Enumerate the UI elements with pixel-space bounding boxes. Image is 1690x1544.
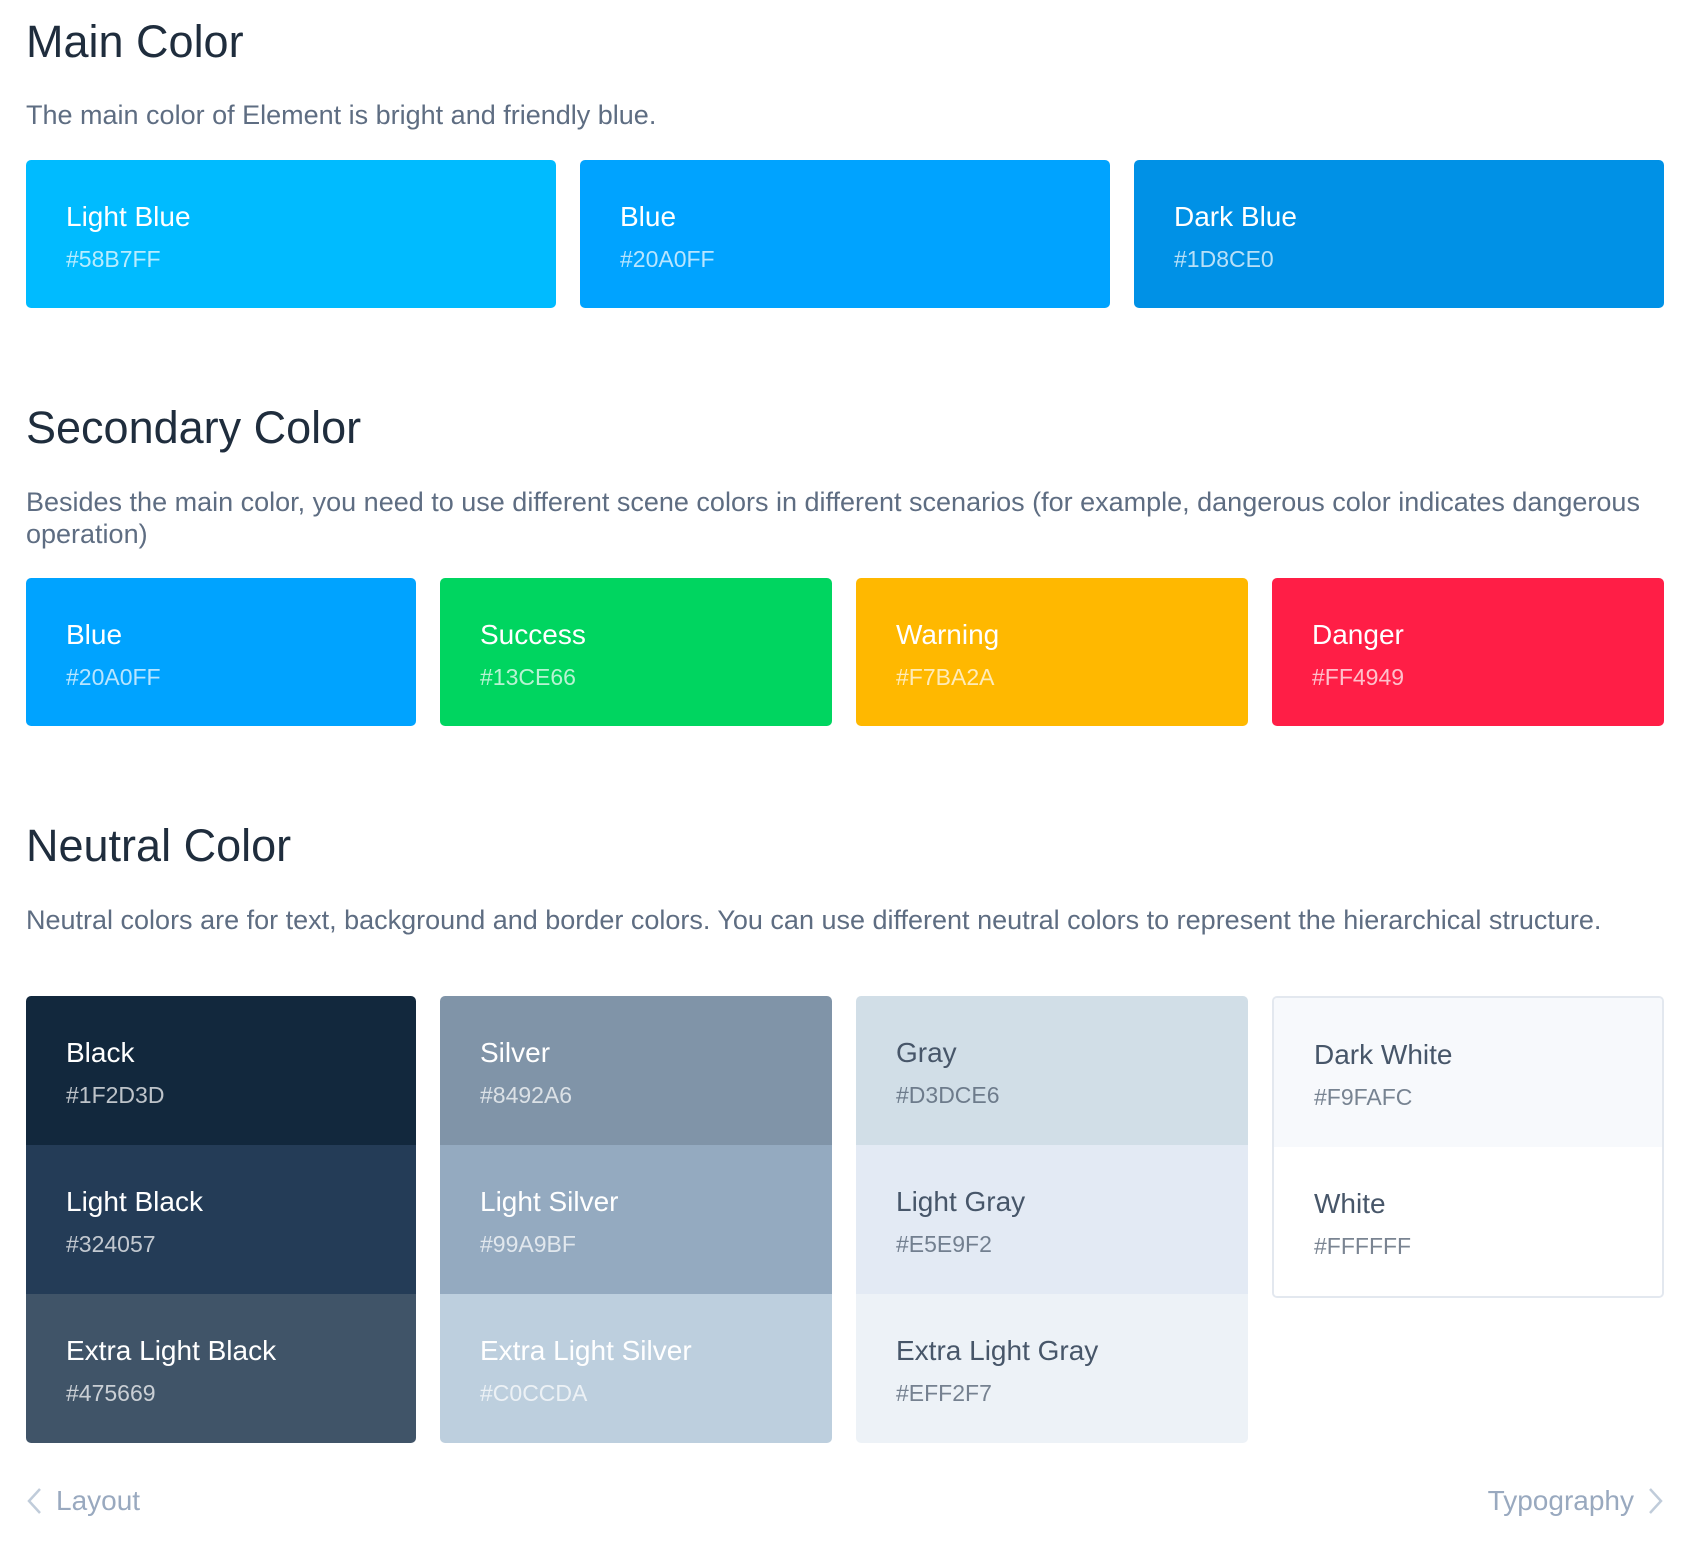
swatch-blue: Blue #20A0FF [580,160,1110,308]
swatch-black: Black #1F2D3D [26,996,416,1145]
swatch-name: Dark Blue [1174,201,1297,232]
swatch-danger: Danger #FF4949 [1272,578,1664,726]
swatch-name: Extra Light Gray [896,1335,1099,1366]
swatch-name: Dark White [1314,1039,1453,1070]
secondary-color-description: Besides the main color, you need to use … [26,487,1640,549]
swatch-light-black: Light Black #324057 [26,1145,416,1294]
swatch-name: Danger [1312,619,1404,650]
swatch-name: White [1314,1188,1386,1219]
chevron-left-icon [26,1487,42,1515]
prev-page-link[interactable]: Layout [26,1484,140,1518]
swatch-dark-white: Dark White #F9FAFC [1274,998,1662,1147]
swatch-light-gray: Light Gray #E5E9F2 [856,1145,1248,1294]
secondary-color-row: Blue #20A0FF Success #13CE66 Warning #F7… [26,578,1664,726]
swatch-hex: #FFFFFF [1314,1233,1412,1259]
swatch-name: Extra Light Silver [480,1335,692,1366]
neutral-group-silver: Silver #8492A6 Light Silver #99A9BF Extr… [440,996,832,1443]
swatch-hex: #C0CCDA [480,1380,588,1406]
swatch-light-blue: Light Blue #58B7FF [26,160,556,308]
swatch-name: Light Black [66,1186,203,1217]
swatch-silver: Silver #8492A6 [440,996,832,1145]
swatch-dark-blue: Dark Blue #1D8CE0 [1134,160,1664,308]
swatch-hex: #99A9BF [480,1231,576,1257]
neutral-group-white: Dark White #F9FAFC White #FFFFFF [1272,996,1664,1298]
main-color-description: The main color of Element is bright and … [26,100,657,130]
swatch-hex: #475669 [66,1380,156,1406]
swatch-hex: #13CE66 [480,664,576,690]
chevron-right-icon [1648,1487,1664,1515]
neutral-group-gray: Gray #D3DCE6 Light Gray #E5E9F2 Extra Li… [856,996,1248,1443]
swatch-name: Extra Light Black [66,1335,277,1366]
swatch-hex: #F9FAFC [1314,1084,1413,1110]
swatch-name: Success [480,619,586,650]
swatch-name: Black [66,1037,135,1068]
main-color-title: Main Color [26,16,244,67]
swatch-name: Blue [66,619,123,650]
next-page-label: Typography [1487,1485,1634,1516]
swatch-hex: #1F2D3D [66,1082,165,1108]
swatch-name: Light Silver [480,1186,619,1217]
next-page-link[interactable]: Typography [1488,1484,1664,1518]
swatch-light-silver: Light Silver #99A9BF [440,1145,832,1294]
swatch-extra-light-black: Extra Light Black #475669 [26,1294,416,1443]
swatch-hex: #324057 [66,1231,156,1257]
neutral-color-title: Neutral Color [26,820,292,871]
swatch-blue: Blue #20A0FF [26,578,416,726]
swatch-hex: #58B7FF [66,246,161,272]
swatch-extra-light-gray: Extra Light Gray #EFF2F7 [856,1294,1248,1443]
swatch-hex: #EFF2F7 [896,1380,992,1406]
swatch-extra-light-silver: Extra Light Silver #C0CCDA [440,1294,832,1443]
main-color-row: Light Blue #58B7FF Blue #20A0FF Dark Blu… [26,160,1664,308]
neutral-color-row: Black #1F2D3D Light Black #324057 Extra … [26,996,1664,1443]
swatch-hex: #1D8CE0 [1174,246,1274,272]
swatch-name: Silver [480,1037,551,1068]
neutral-color-description: Neutral colors are for text, background … [26,905,1602,935]
swatch-name: Warning [896,619,1000,650]
swatch-hex: #8492A6 [480,1082,573,1108]
swatch-name: Gray [896,1037,957,1068]
prev-page-label: Layout [56,1485,141,1516]
swatch-hex: #D3DCE6 [896,1082,1000,1108]
swatch-white: White #FFFFFF [1274,1147,1662,1296]
swatch-hex: #E5E9F2 [896,1231,992,1257]
swatch-hex: #FF4949 [1312,664,1405,690]
swatch-hex: #F7BA2A [896,664,995,690]
swatch-name: Light Blue [66,201,191,232]
secondary-color-title: Secondary Color [26,402,362,453]
swatch-success: Success #13CE66 [440,578,832,726]
swatch-hex: #20A0FF [66,664,161,690]
swatch-hex: #20A0FF [620,246,715,272]
neutral-group-black: Black #1F2D3D Light Black #324057 Extra … [26,996,416,1443]
swatch-name: Blue [620,201,677,232]
swatch-gray: Gray #D3DCE6 [856,996,1248,1145]
swatch-warning: Warning #F7BA2A [856,578,1248,726]
swatch-name: Light Gray [896,1186,1026,1217]
